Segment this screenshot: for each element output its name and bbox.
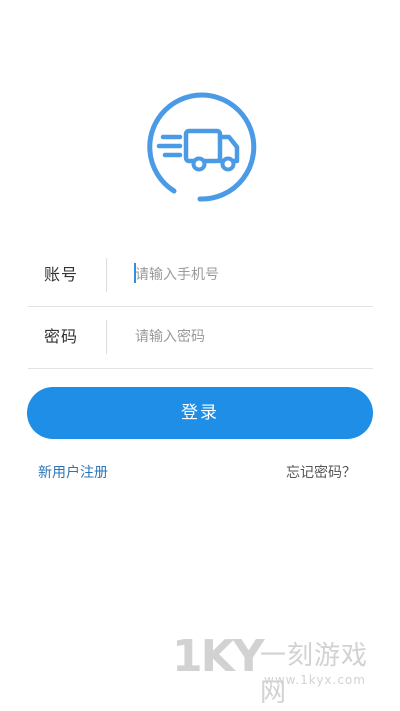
account-divider — [106, 258, 107, 292]
password-divider — [106, 320, 107, 354]
register-link[interactable]: 新用户注册 — [38, 462, 108, 482]
watermark-url: www.1kyx.com — [264, 673, 366, 687]
watermark-name: 一刻游戏网 — [260, 641, 369, 708]
login-screen: 账号 密码 登录 新用户注册 忘记密码？ 1KY 一刻游戏网 www.1kyx.… — [0, 0, 400, 711]
account-row: 账号 — [28, 244, 373, 307]
forgot-password-link[interactable]: 忘记密码？ — [286, 462, 356, 482]
app-logo — [143, 90, 257, 204]
password-row: 密码 — [28, 306, 373, 369]
watermark-logo: 1KY — [172, 631, 265, 682]
account-input[interactable] — [135, 260, 360, 290]
watermark: 1KY 一刻游戏网 www.1kyx.com — [172, 631, 392, 708]
password-input[interactable] — [135, 322, 360, 352]
password-label: 密码 — [44, 327, 79, 346]
login-button[interactable]: 登录 — [27, 387, 373, 439]
account-label: 账号 — [44, 265, 79, 284]
delivery-truck-icon — [147, 92, 257, 202]
